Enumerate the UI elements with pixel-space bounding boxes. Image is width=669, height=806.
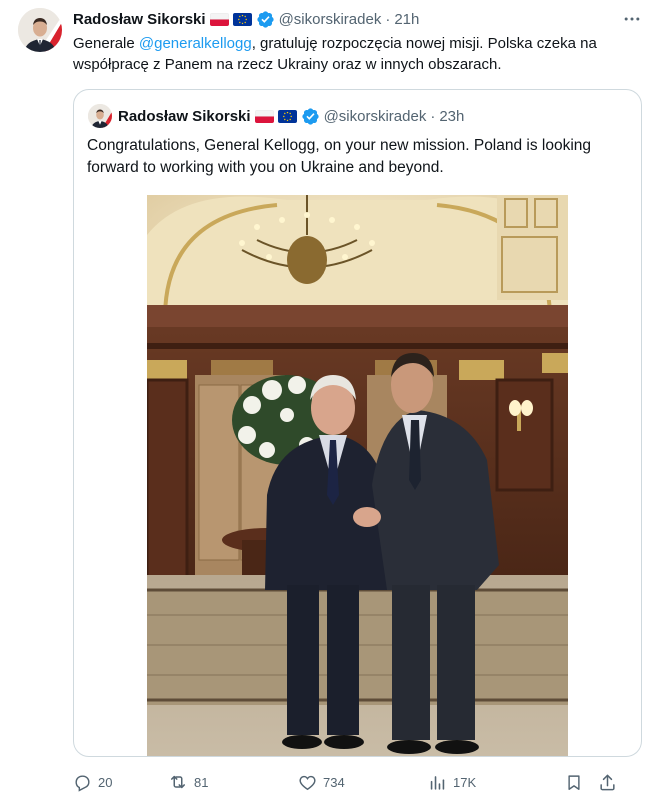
- poland-flag-icon: [209, 12, 229, 26]
- repost-count: 81: [194, 774, 209, 790]
- quoted-author-avatar[interactable]: [88, 104, 112, 128]
- reply-count: 20: [98, 774, 113, 790]
- share-icon: [600, 774, 615, 790]
- action-bar: 20 81 734 17K: [73, 770, 653, 794]
- verified-badge-icon[interactable]: [256, 10, 275, 29]
- quoted-post-text: Congratulations, General Kellogg, on you…: [87, 137, 592, 176]
- quoted-post-header: Radosław Sikorski @sikorskiradek · 23h: [118, 104, 464, 128]
- separator-dot: ·: [385, 10, 391, 28]
- bookmark-icon: [568, 774, 580, 790]
- like-button[interactable]: 734: [298, 773, 428, 792]
- tweet[interactable]: Radosław Sikorski @sikorskiradek · 21h G…: [0, 0, 669, 806]
- separator-dot: ·: [430, 107, 436, 125]
- eu-flag-icon: [277, 109, 297, 123]
- eu-flag-icon: [232, 12, 252, 26]
- repost-icon: [171, 775, 185, 789]
- author-name[interactable]: Radosław Sikorski: [73, 11, 206, 28]
- quoted-post[interactable]: Radosław Sikorski @sikorskiradek · 23h C…: [73, 89, 642, 757]
- more-horizontal-icon: [624, 17, 640, 21]
- post-text: Generale @generalkellogg, gratuluję rozp…: [73, 33, 648, 75]
- mention-link[interactable]: @generalkellogg: [139, 35, 252, 52]
- views-button[interactable]: 17K: [428, 773, 565, 792]
- quoted-author-handle[interactable]: @sikorskiradek: [324, 108, 427, 125]
- heart-icon: [299, 775, 316, 790]
- verified-badge-icon[interactable]: [301, 107, 320, 126]
- post-photo[interactable]: [147, 195, 568, 756]
- repost-button[interactable]: 81: [168, 772, 298, 792]
- like-count: 734: [323, 774, 345, 790]
- poland-flag-icon: [254, 109, 274, 123]
- analytics-icon: [430, 775, 445, 790]
- reply-icon: [75, 774, 90, 792]
- post-text-before: Generale: [73, 35, 139, 52]
- author-avatar[interactable]: [18, 8, 62, 52]
- bookmark-button[interactable]: [565, 773, 598, 792]
- quoted-author-name[interactable]: Radosław Sikorski: [118, 108, 251, 125]
- post-timestamp[interactable]: 21h: [394, 11, 419, 28]
- more-options-button[interactable]: [621, 8, 643, 30]
- quoted-post-timestamp[interactable]: 23h: [439, 108, 464, 125]
- author-handle[interactable]: @sikorskiradek: [279, 11, 382, 28]
- reply-button[interactable]: 20: [73, 773, 168, 792]
- view-count: 17K: [453, 774, 477, 790]
- post-header: Radosław Sikorski @sikorskiradek · 21h: [73, 8, 419, 30]
- share-button[interactable]: [598, 773, 622, 792]
